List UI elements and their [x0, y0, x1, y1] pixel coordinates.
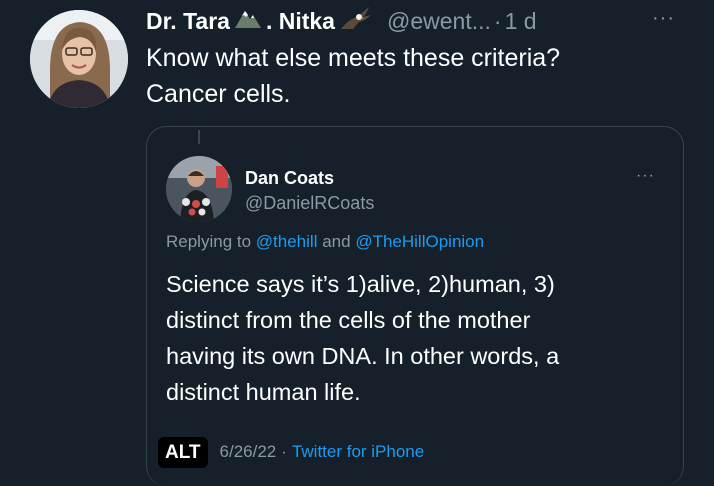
alt-text-badge[interactable]: ALT: [158, 436, 208, 468]
footer-separator: ·: [281, 442, 287, 461]
replying-to: Replying to @thehill and @TheHillOpinion: [166, 232, 484, 252]
tweet-header: Dr. Tara . Nitka @ewent... · 1 d: [146, 6, 537, 36]
header-separator: ·: [493, 7, 502, 34]
replying-and: and: [322, 232, 351, 251]
mention-link[interactable]: @TheHillOpinion: [355, 232, 484, 251]
author-avatar[interactable]: [30, 10, 128, 108]
quote-more-options-icon[interactable]: ···: [636, 168, 655, 184]
tweet-text-line: Cancer cells.: [146, 80, 291, 108]
tweet-timestamp[interactable]: 1 d: [505, 8, 537, 35]
tweet-text-line: Know what else meets these criteria?: [146, 44, 561, 72]
author-name-first: Dr. Tara: [146, 7, 230, 34]
quote-text-line: distinct from the cells of the mother: [166, 307, 531, 333]
mountain-icon: [234, 6, 262, 36]
quote-text: Science says it’s 1)alive, 2)human, 3) d…: [166, 266, 666, 410]
quote-text-line: Science says it’s 1)alive, 2)human, 3): [166, 271, 555, 297]
quote-date: 6/26/22: [219, 442, 277, 461]
quote-author-avatar[interactable]: [166, 156, 232, 222]
quote-text-line: having its own DNA. In other words, a: [166, 343, 560, 369]
mention-link[interactable]: @thehill: [256, 232, 318, 251]
eagle-icon: [339, 5, 373, 37]
quote-source-link[interactable]: Twitter for iPhone: [292, 442, 424, 462]
author-handle[interactable]: @ewent...: [387, 8, 491, 35]
quote-text-line: distinct human life.: [166, 379, 361, 405]
replying-prefix: Replying to: [166, 232, 252, 251]
quote-footer: ALT 6/26/22 · Twitter for iPhone: [158, 432, 424, 472]
quote-author-name[interactable]: Dan Coats: [245, 168, 334, 189]
thread-line: [198, 130, 200, 144]
author-name[interactable]: Dr. Tara . Nitka: [146, 5, 377, 37]
more-options-icon[interactable]: ···: [652, 8, 675, 28]
author-name-last: . Nitka: [265, 7, 335, 34]
tweet-text: Know what else meets these criteria? Can…: [146, 40, 666, 112]
quote-author-handle[interactable]: @DanielRCoats: [245, 193, 374, 214]
tweet[interactable]: Dr. Tara . Nitka @ewent... · 1 d ··· Kno…: [0, 0, 714, 486]
